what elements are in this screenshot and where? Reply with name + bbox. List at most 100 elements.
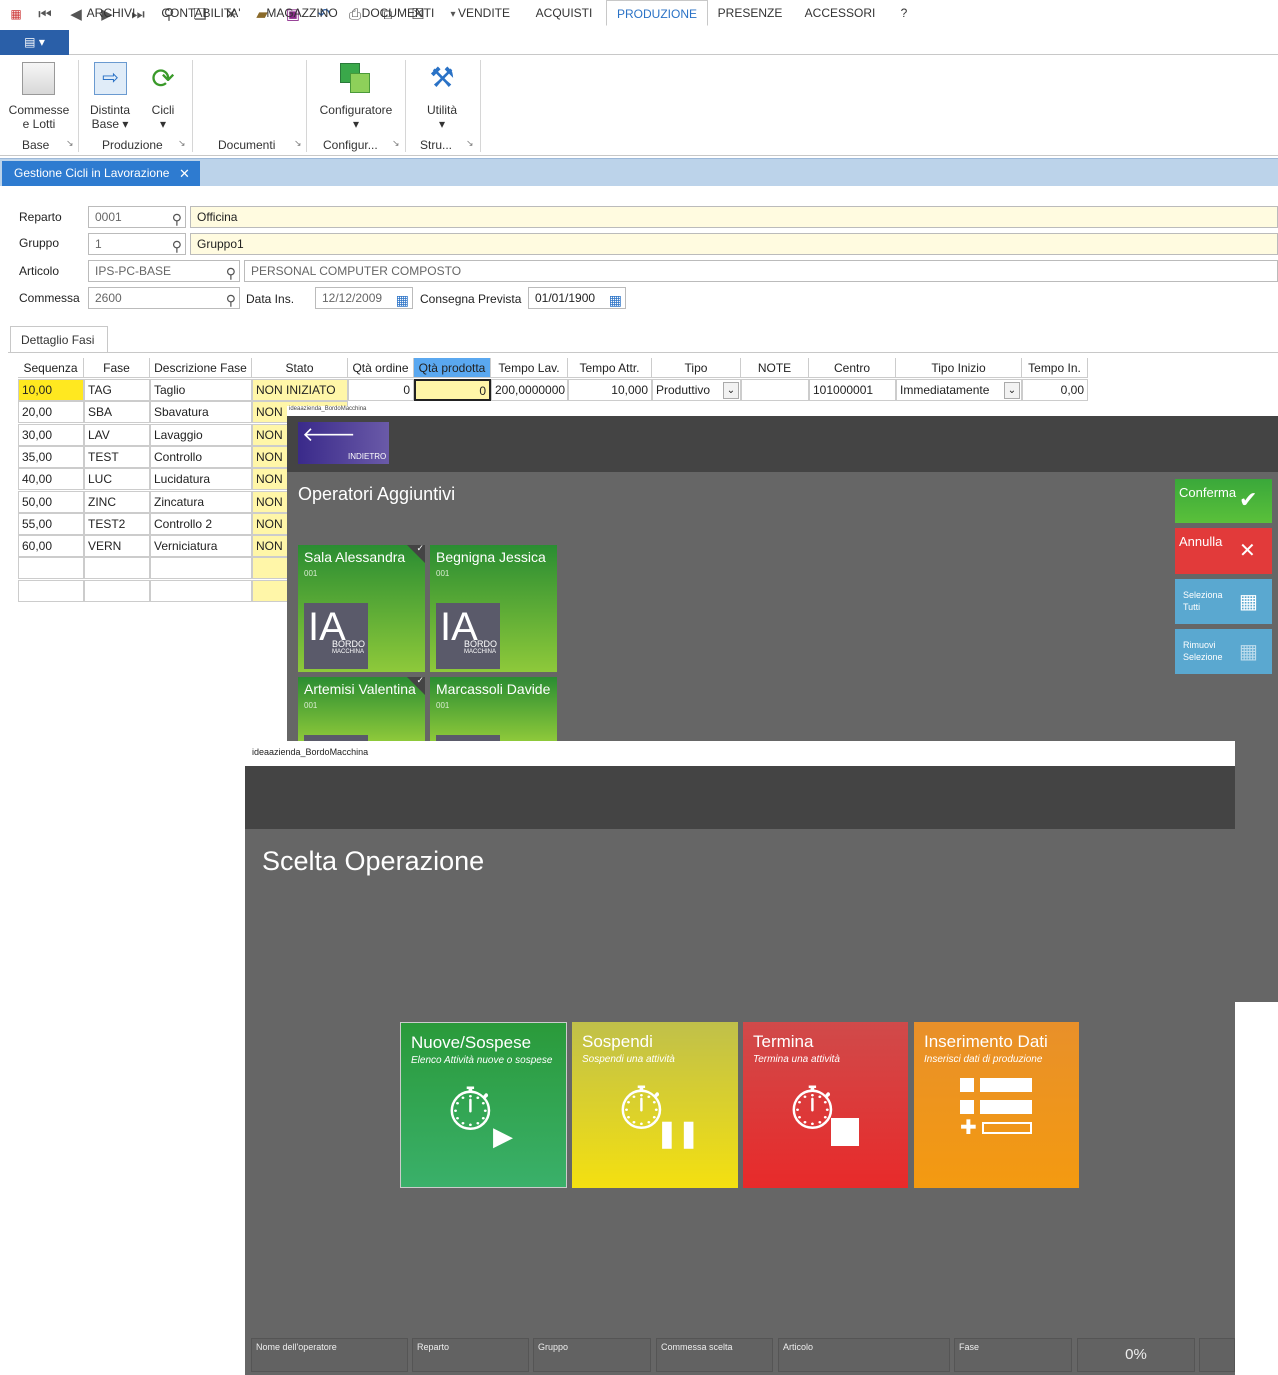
- column-header[interactable]: Sequenza: [18, 358, 84, 378]
- tab-dettaglio-fasi[interactable]: Dettaglio Fasi: [10, 326, 108, 352]
- group-launcher-icon[interactable]: ↘: [466, 138, 474, 149]
- column-header[interactable]: Tempo In.: [1022, 358, 1088, 378]
- close-tab-icon[interactable]: ✕: [179, 161, 190, 186]
- document-tab[interactable]: Gestione Cicli in Lavorazione ✕: [2, 161, 200, 186]
- utilita-button[interactable]: Utilità ▾: [420, 103, 464, 131]
- grid-cell[interactable]: 0,00: [1022, 379, 1088, 401]
- grid-cell[interactable]: LAV: [84, 423, 150, 446]
- grid-cell[interactable]: Lucidatura: [150, 468, 252, 491]
- tab-presenze[interactable]: PRESENZE: [714, 0, 786, 25]
- grid-cell[interactable]: 200,0000000: [491, 379, 568, 401]
- grid-cell[interactable]: Taglio: [150, 379, 252, 401]
- grid-cell[interactable]: 10,00: [18, 379, 84, 401]
- grid-cell[interactable]: VERN: [84, 535, 150, 558]
- grid-cell[interactable]: [150, 579, 252, 602]
- tab-magazzino[interactable]: MAGAZZINO: [260, 0, 344, 25]
- column-header[interactable]: NOTE: [741, 358, 809, 378]
- column-header[interactable]: Qtà prodotta: [414, 358, 491, 378]
- grid-cell[interactable]: 10,000: [568, 379, 652, 401]
- operator-tile[interactable]: Begnigna Jessica 001 IA BORDO MACCHINA: [430, 545, 557, 672]
- gruppo-code-field[interactable]: 1 ⚲: [88, 233, 186, 255]
- grid-cell[interactable]: 40,00: [18, 468, 84, 491]
- grid-cell[interactable]: [18, 557, 84, 580]
- column-header[interactable]: Qtà ordine: [348, 358, 414, 378]
- tab-accessori[interactable]: ACCESSORI: [798, 0, 882, 25]
- search-icon[interactable]: ⚲: [226, 290, 236, 310]
- grid-cell[interactable]: NON INIZIATO: [252, 379, 348, 401]
- tab-contabilita[interactable]: CONTABILITA': [156, 0, 246, 25]
- nuove-sospese-button[interactable]: Nuove/Sospese Elenco Attività nuove o so…: [400, 1022, 567, 1188]
- grid-cell[interactable]: 60,00: [18, 535, 84, 558]
- grid-cell[interactable]: Lavaggio: [150, 423, 252, 446]
- operator-tile[interactable]: Artemisi Valentina 001 ✓: [298, 675, 425, 741]
- grid-cell[interactable]: Verniciatura: [150, 535, 252, 558]
- column-header[interactable]: Tempo Attr.: [568, 358, 652, 378]
- grid-cell[interactable]: SBA: [84, 401, 150, 424]
- grid-cell[interactable]: 20,00: [18, 401, 84, 424]
- tab-acquisti[interactable]: ACQUISTI: [528, 0, 600, 25]
- column-header[interactable]: Stato: [252, 358, 348, 378]
- grid-cell[interactable]: Controllo 2: [150, 512, 252, 535]
- dropdown-arrow-icon[interactable]: ⌄: [1004, 382, 1020, 399]
- grid-cell[interactable]: TEST2: [84, 512, 150, 535]
- commessa-code-field[interactable]: 2600 ⚲: [88, 287, 240, 309]
- sospendi-button[interactable]: Sospendi Sospendi una attività ⏱ ❚❚: [572, 1022, 738, 1188]
- calendar-icon[interactable]: ▦: [609, 290, 622, 310]
- grid-cell[interactable]: [150, 557, 252, 580]
- seleziona-tutti-button[interactable]: Seleziona Tutti ▦: [1175, 579, 1272, 624]
- group-launcher-icon[interactable]: ↘: [178, 138, 186, 149]
- grid-cell[interactable]: 55,00: [18, 512, 84, 535]
- back-button[interactable]: 🡐 INDIETRO: [298, 422, 389, 464]
- group-launcher-icon[interactable]: ↘: [294, 138, 302, 149]
- operator-tile[interactable]: Marcassoli Davide 001: [430, 677, 557, 741]
- group-launcher-icon[interactable]: ↘: [392, 138, 400, 149]
- operator-tile[interactable]: Sala Alessandra 001 ✓ IA BORDO MACCHINA: [298, 543, 425, 672]
- termina-button[interactable]: Termina Termina una attività ⏱: [743, 1022, 908, 1188]
- inserimento-dati-button[interactable]: Inserimento Dati Inserisci dati di produ…: [914, 1022, 1079, 1188]
- data-ins-field[interactable]: 12/12/2009 ▦: [315, 287, 413, 309]
- grid-cell[interactable]: 50,00: [18, 490, 84, 513]
- grid-cell[interactable]: TEST: [84, 445, 150, 468]
- column-header[interactable]: Fase: [84, 358, 150, 378]
- grid-cell[interactable]: Sbavatura: [150, 401, 252, 424]
- annulla-button[interactable]: Annulla ✕: [1175, 528, 1272, 574]
- grid-cell[interactable]: ZINC: [84, 490, 150, 513]
- group-launcher-icon[interactable]: ↘: [66, 138, 74, 149]
- distinta-base-button[interactable]: Distinta Base ▾: [84, 103, 136, 131]
- grid-cell[interactable]: [84, 557, 150, 580]
- reparto-code-field[interactable]: 0001 ⚲: [88, 206, 186, 228]
- tab-archivi[interactable]: ARCHIVI: [78, 0, 144, 25]
- conferma-button[interactable]: Conferma ✔: [1175, 479, 1272, 523]
- grid-cell[interactable]: [741, 379, 809, 401]
- dropdown-arrow-icon[interactable]: ⌄: [723, 382, 739, 399]
- grid-cell[interactable]: TAG: [84, 379, 150, 401]
- file-menu-button[interactable]: ▤ ▾: [0, 30, 69, 55]
- calendar-icon[interactable]: ▦: [396, 290, 409, 310]
- search-icon[interactable]: ⚲: [226, 263, 236, 283]
- column-header[interactable]: Descrizione Fase: [150, 358, 252, 378]
- tab-vendite[interactable]: VENDITE: [451, 0, 517, 25]
- grid-cell[interactable]: [18, 579, 84, 602]
- grid-cell[interactable]: 0: [414, 379, 491, 401]
- articolo-code-field[interactable]: IPS-PC-BASE ⚲: [88, 260, 240, 282]
- cicli-button[interactable]: Cicli ▾: [146, 103, 180, 131]
- grid-cell[interactable]: 35,00: [18, 445, 84, 468]
- column-header[interactable]: Tipo Inizio: [896, 358, 1022, 378]
- search-icon[interactable]: ⚲: [172, 236, 182, 256]
- consegna-field[interactable]: 01/01/1900 ▦: [528, 287, 626, 309]
- tab-produzione[interactable]: PRODUZIONE: [606, 0, 708, 26]
- grid-cell[interactable]: 0: [348, 379, 414, 401]
- grid-cell[interactable]: 30,00: [18, 423, 84, 446]
- commesse-lotti-button[interactable]: Commesse e Lotti: [6, 103, 72, 131]
- tab-help[interactable]: ?: [894, 0, 914, 25]
- grid-cell[interactable]: [84, 579, 150, 602]
- search-icon[interactable]: ⚲: [172, 209, 182, 229]
- grid-cell[interactable]: Controllo: [150, 445, 252, 468]
- rimuovi-selezione-button[interactable]: Rimuovi Selezione ▦: [1175, 629, 1272, 674]
- column-header[interactable]: Tempo Lav.: [491, 358, 568, 378]
- configuratore-button[interactable]: Configuratore ▾: [314, 103, 398, 131]
- column-header[interactable]: Tipo: [652, 358, 741, 378]
- column-header[interactable]: Centro: [809, 358, 896, 378]
- first-record-icon[interactable]: ⏮: [35, 4, 55, 24]
- grid-cell[interactable]: LUC: [84, 468, 150, 491]
